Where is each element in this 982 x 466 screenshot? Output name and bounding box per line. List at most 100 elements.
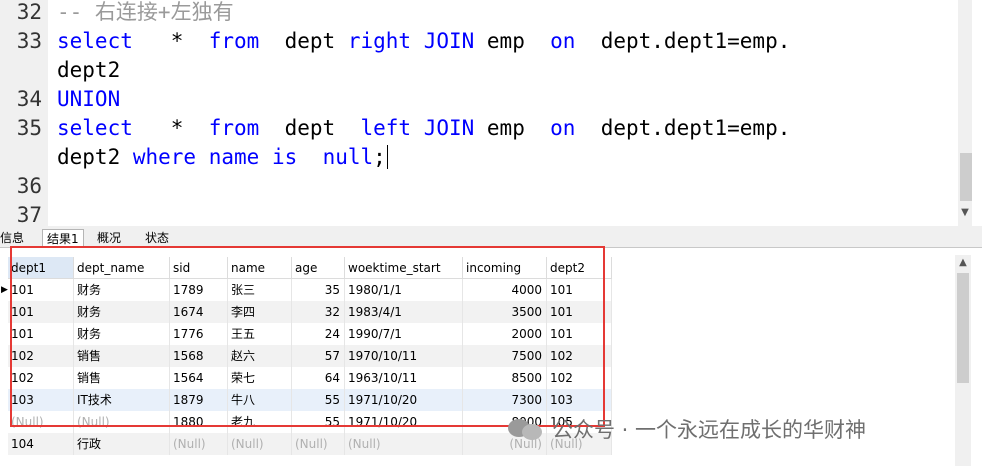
editor-scrollbar[interactable]: ▼ bbox=[958, 0, 972, 226]
table-cell[interactable]: 101 bbox=[547, 301, 612, 323]
table-cell[interactable]: 101 bbox=[8, 323, 74, 345]
table-cell[interactable]: (Null) bbox=[228, 433, 292, 455]
table-cell[interactable]: 1879 bbox=[170, 389, 228, 411]
table-row[interactable]: 102 销售 1568 赵六 57 1970/10/11 7500 102 bbox=[8, 345, 612, 367]
table-cell[interactable]: 101 bbox=[8, 301, 74, 323]
column-header[interactable]: incoming bbox=[463, 257, 547, 279]
table-cell[interactable]: 55 bbox=[292, 389, 345, 411]
table-cell[interactable]: 荣七 bbox=[228, 367, 292, 389]
table-cell[interactable]: 1971/10/20 bbox=[345, 411, 463, 433]
code-table: emp bbox=[474, 29, 551, 53]
column-header[interactable]: woektime_start bbox=[345, 257, 463, 279]
column-header[interactable]: sid bbox=[170, 257, 228, 279]
table-row[interactable]: 101 财务 1776 王五 24 1990/7/1 2000 101 bbox=[8, 323, 612, 345]
tab-info[interactable]: 信息 bbox=[0, 229, 28, 247]
code-line-33: select * from dept right JOIN emp on dep… bbox=[57, 27, 790, 56]
table-cell[interactable]: 32 bbox=[292, 301, 345, 323]
table-cell[interactable]: 财务 bbox=[74, 301, 170, 323]
column-header[interactable]: dept1 bbox=[8, 257, 74, 279]
table-cell[interactable]: (Null) bbox=[292, 433, 345, 455]
table-cell[interactable]: 3500 bbox=[463, 301, 547, 323]
table-cell[interactable]: 1776 bbox=[170, 323, 228, 345]
table-cell[interactable]: 王五 bbox=[228, 323, 292, 345]
table-cell[interactable]: 104 bbox=[8, 433, 74, 455]
kw-join: JOIN bbox=[423, 116, 475, 140]
table-cell[interactable]: 1568 bbox=[170, 345, 228, 367]
kw-on: on bbox=[550, 116, 576, 140]
table-cell[interactable]: 财务 bbox=[74, 279, 170, 301]
table-cell[interactable]: 销售 bbox=[74, 367, 170, 389]
kw-is: is bbox=[271, 145, 298, 169]
table-cell[interactable]: 销售 bbox=[74, 345, 170, 367]
table-cell[interactable]: 4000 bbox=[463, 279, 547, 301]
table-cell[interactable]: 7500 bbox=[463, 345, 547, 367]
table-cell[interactable]: 64 bbox=[292, 367, 345, 389]
table-cell[interactable]: 1983/4/1 bbox=[345, 301, 463, 323]
table-cell[interactable]: 1963/10/11 bbox=[345, 367, 463, 389]
table-cell[interactable]: 101 bbox=[547, 323, 612, 345]
table-cell[interactable]: 财务 bbox=[74, 323, 170, 345]
table-row[interactable]: 101 财务 1789 张三 35 1980/1/1 4000 101 bbox=[8, 279, 612, 301]
table-cell[interactable]: 24 bbox=[292, 323, 345, 345]
table-cell[interactable]: (Null) bbox=[345, 433, 463, 455]
column-header[interactable]: name bbox=[228, 257, 292, 279]
table-cell[interactable]: 57 bbox=[292, 345, 345, 367]
table-cell[interactable]: 赵六 bbox=[228, 345, 292, 367]
table-cell[interactable]: 张三 bbox=[228, 279, 292, 301]
table-cell[interactable]: 2000 bbox=[463, 323, 547, 345]
table-cell[interactable]: 1980/1/1 bbox=[345, 279, 463, 301]
table-cell[interactable]: (Null) bbox=[170, 433, 228, 455]
table-cell[interactable]: 1674 bbox=[170, 301, 228, 323]
column-header[interactable]: dept_name bbox=[74, 257, 170, 279]
table-cell[interactable]: 55 bbox=[292, 411, 345, 433]
table-row[interactable]: 101 财务 1674 李四 32 1983/4/1 3500 101 bbox=[8, 301, 612, 323]
table-cell[interactable]: 1564 bbox=[170, 367, 228, 389]
table-cell[interactable]: 35 bbox=[292, 279, 345, 301]
kw-right: right bbox=[347, 29, 412, 53]
table-cell[interactable]: 老九 bbox=[228, 411, 292, 433]
table-cell[interactable]: IT技术 bbox=[74, 389, 170, 411]
table-cell[interactable]: 1971/10/20 bbox=[345, 389, 463, 411]
column-header[interactable]: dept2 bbox=[547, 257, 612, 279]
grid-scrollbar[interactable]: ▲ bbox=[955, 255, 971, 466]
table-cell[interactable]: 1970/10/11 bbox=[345, 345, 463, 367]
code-cond: dept.dept1=emp. bbox=[575, 29, 791, 53]
code-semicolon: ; bbox=[373, 145, 386, 169]
code-line-33-wrap: dept2 bbox=[57, 58, 121, 82]
table-cell[interactable]: 行政 bbox=[74, 433, 170, 455]
tab-profile[interactable]: 概况 bbox=[93, 229, 125, 247]
column-header[interactable]: age bbox=[292, 257, 345, 279]
table-cell[interactable]: 1990/7/1 bbox=[345, 323, 463, 345]
table-cell[interactable]: 李四 bbox=[228, 301, 292, 323]
kw-select: select bbox=[57, 116, 133, 140]
tab-result1[interactable]: 结果1 bbox=[42, 229, 84, 248]
table-cell[interactable]: (Null) bbox=[8, 411, 74, 433]
table-cell[interactable]: 101 bbox=[8, 279, 74, 301]
code-col: dept2 bbox=[57, 145, 133, 169]
table-cell[interactable]: (Null) bbox=[74, 411, 170, 433]
table-cell[interactable]: 1789 bbox=[170, 279, 228, 301]
editor-scroll-thumb[interactable] bbox=[960, 153, 972, 201]
kw-union: UNION bbox=[57, 87, 121, 111]
table-cell[interactable]: 8500 bbox=[463, 367, 547, 389]
grid-scroll-thumb[interactable] bbox=[957, 273, 969, 383]
table-cell[interactable]: 103 bbox=[8, 389, 74, 411]
table-cell[interactable]: 牛八 bbox=[228, 389, 292, 411]
table-cell[interactable]: 101 bbox=[547, 279, 612, 301]
scroll-up-icon[interactable]: ▲ bbox=[955, 257, 971, 268]
table-cell[interactable]: 1880 bbox=[170, 411, 228, 433]
table-cell[interactable]: 103 bbox=[547, 389, 612, 411]
scroll-down-icon[interactable]: ▼ bbox=[958, 207, 972, 218]
line-number: 33 bbox=[16, 29, 42, 53]
table-cell[interactable]: 102 bbox=[547, 345, 612, 367]
line-number: 36 bbox=[16, 174, 42, 198]
table-cell[interactable]: 7300 bbox=[463, 389, 547, 411]
table-cell[interactable]: 102 bbox=[8, 345, 74, 367]
tab-status[interactable]: 状态 bbox=[141, 229, 173, 247]
table-cell[interactable]: 102 bbox=[547, 367, 612, 389]
table-row[interactable]: 102 销售 1564 荣七 64 1963/10/11 8500 102 bbox=[8, 367, 612, 389]
sql-editor[interactable]: 32 33 34 35 36 37 -- 右连接+左独有 select * fr… bbox=[0, 0, 982, 226]
table-cell[interactable]: 102 bbox=[8, 367, 74, 389]
text-cursor bbox=[386, 145, 388, 169]
table-row[interactable]: 103 IT技术 1879 牛八 55 1971/10/20 7300 103 bbox=[8, 389, 612, 411]
